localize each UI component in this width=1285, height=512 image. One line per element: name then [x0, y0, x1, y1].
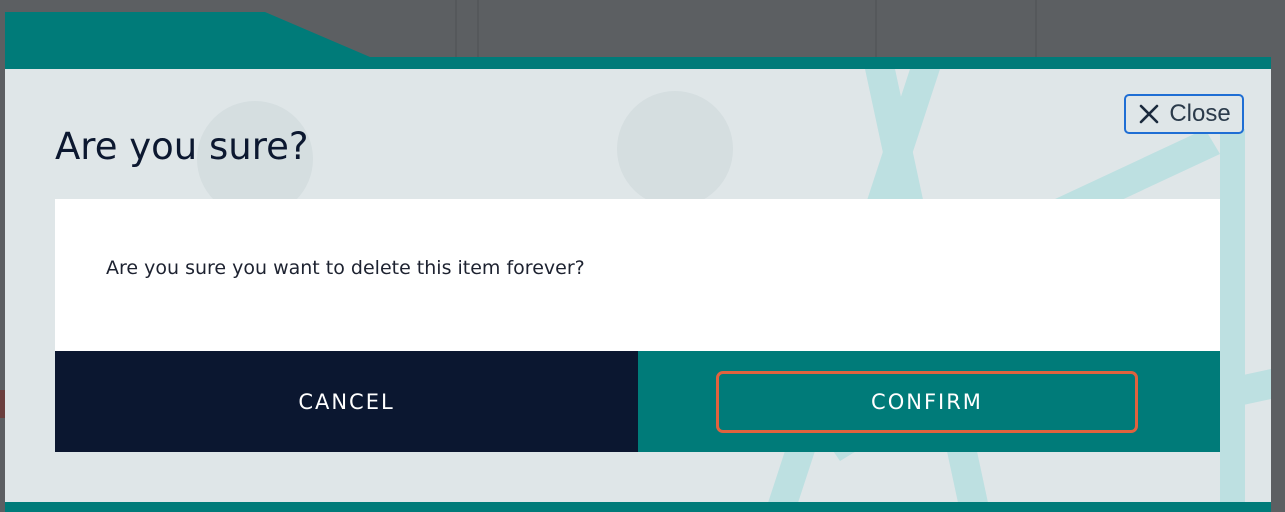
confirm-dialog: Close Are you sure? Are you sure you wan… — [5, 69, 1271, 512]
cancel-button[interactable]: CANCEL — [55, 351, 638, 452]
confirm-button[interactable]: CONFIRM — [716, 370, 1138, 433]
modal-footer-bar — [5, 502, 1271, 512]
cancel-button-label: CANCEL — [298, 389, 395, 414]
dialog-actions: CANCEL CONFIRM — [55, 351, 1220, 452]
confirm-button-label: CONFIRM — [871, 389, 983, 414]
confirm-button-area: CONFIRM — [638, 351, 1220, 452]
close-button-label: Close — [1169, 100, 1231, 127]
dialog-body: Are you sure you want to delete this ite… — [55, 199, 1220, 351]
close-button[interactable]: Close — [1124, 94, 1244, 134]
dialog-title: Are you sure? — [55, 125, 309, 168]
dialog-message: Are you sure you want to delete this ite… — [106, 257, 585, 279]
close-icon — [1137, 102, 1161, 126]
modal-header-tab — [5, 12, 1271, 70]
